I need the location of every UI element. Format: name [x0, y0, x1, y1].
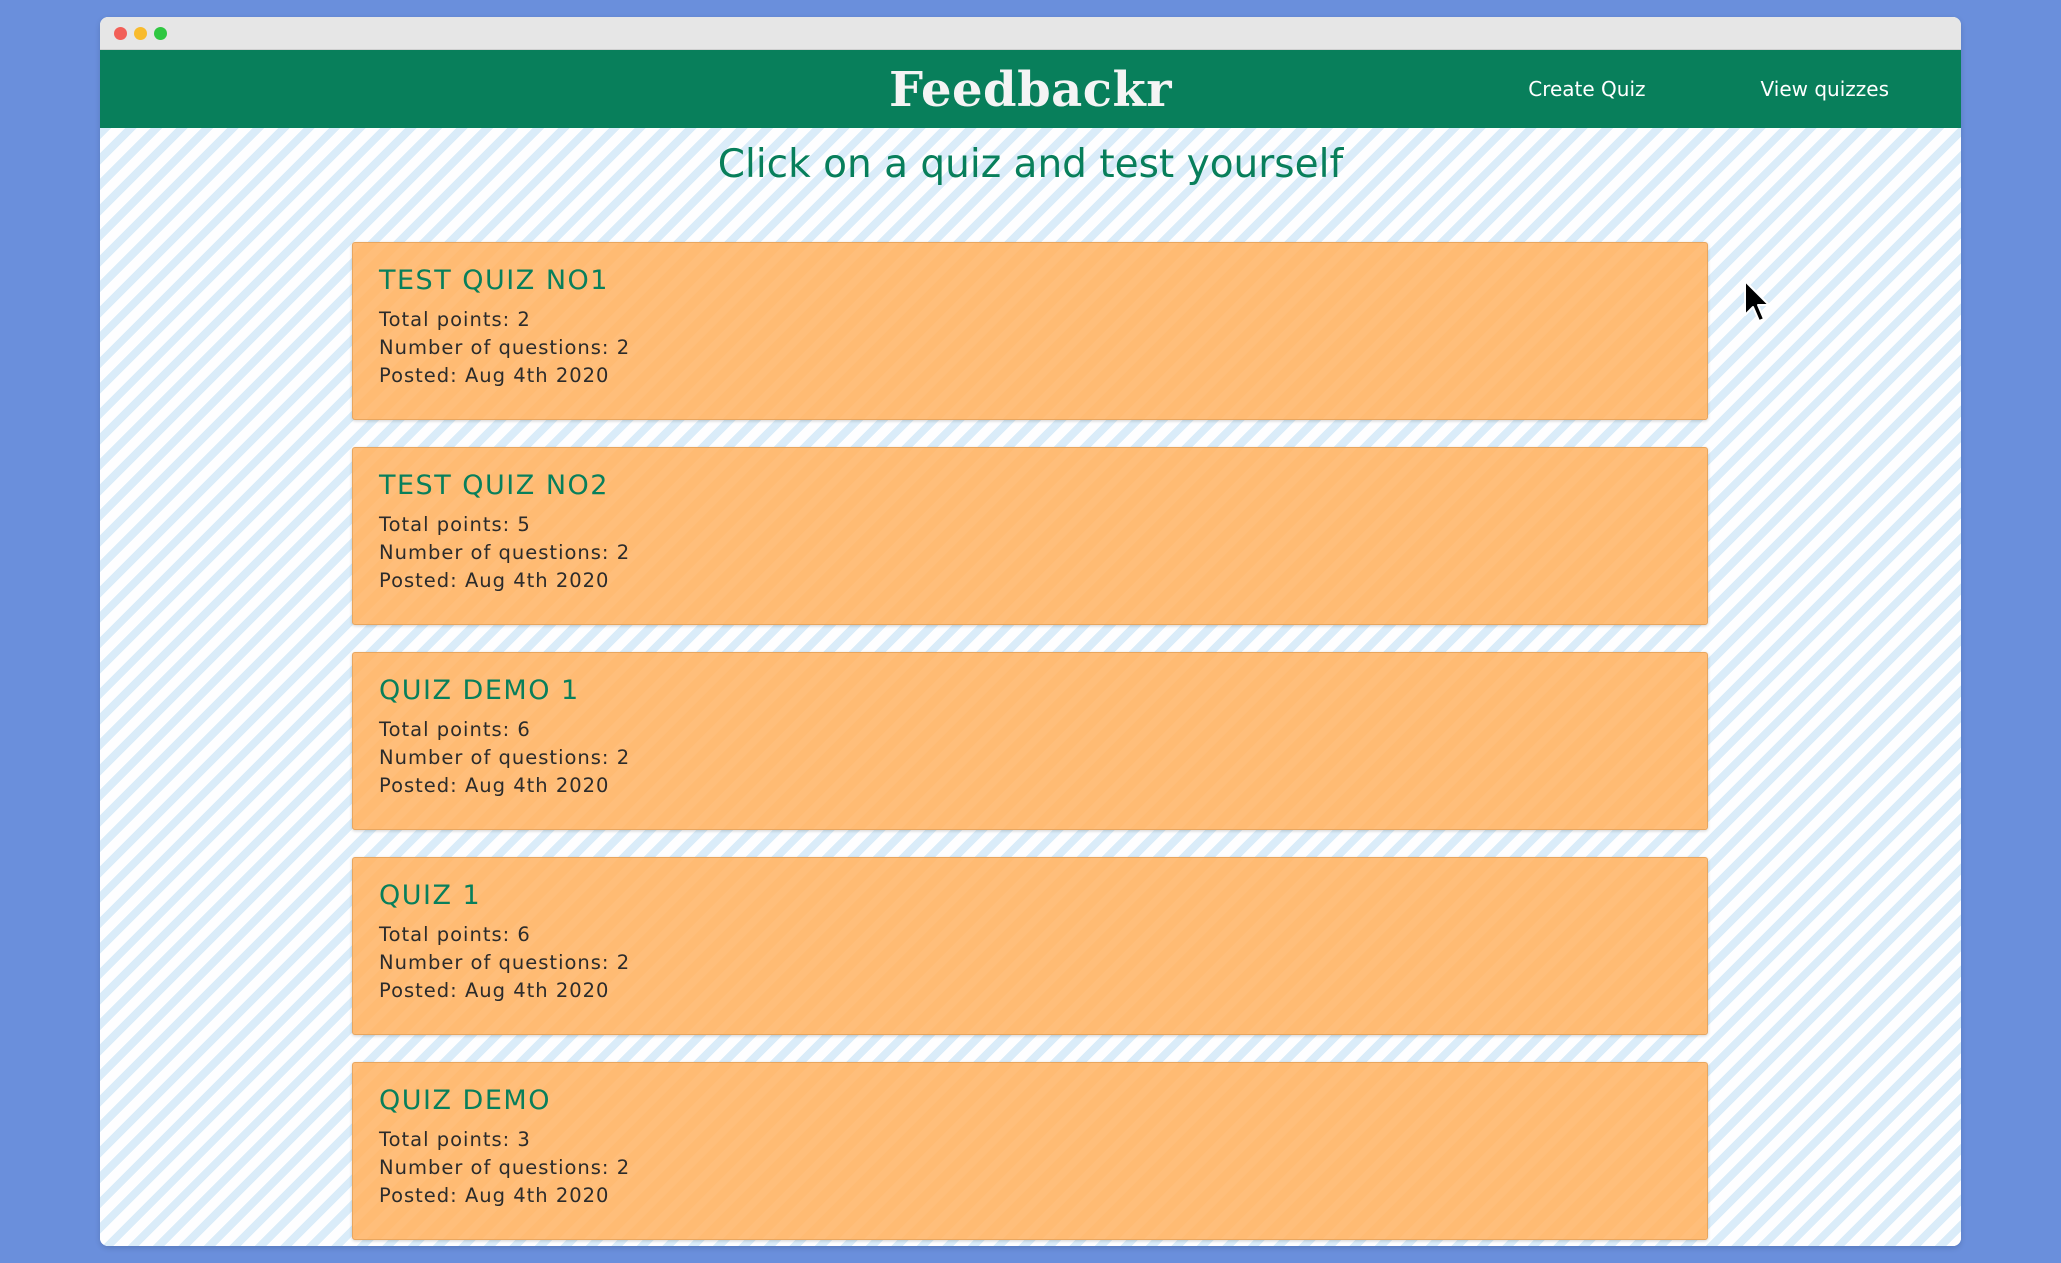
main-content: Click on a quiz and test yourself TEST Q… — [100, 128, 1961, 1246]
quiz-posted-date: Posted: Aug 4th 2020 — [379, 1184, 610, 1207]
close-window-button[interactable] — [114, 27, 127, 40]
quiz-total-points: Total points: 6 — [379, 923, 531, 946]
mouse-pointer-icon — [1744, 280, 1770, 322]
navbar: Feedbackr Create Quiz View quizzes — [100, 50, 1961, 128]
quiz-question-count: Number of questions: 2 — [379, 951, 631, 974]
quiz-posted-date: Posted: Aug 4th 2020 — [379, 364, 610, 387]
quiz-card[interactable]: QUIZ 1 Total points: 6 Number of questio… — [352, 857, 1708, 1035]
quiz-total-points: Total points: 6 — [379, 718, 531, 741]
quiz-question-count: Number of questions: 2 — [379, 541, 631, 564]
page-title: Click on a quiz and test yourself — [717, 142, 1344, 187]
quiz-card[interactable]: TEST QUIZ NO2 Total points: 5 Number of … — [352, 447, 1708, 625]
quiz-list: TEST QUIZ NO1 Total points: 2 Number of … — [352, 242, 1708, 1246]
browser-window: Feedbackr Create Quiz View quizzes Click… — [100, 17, 1961, 1246]
quiz-question-count: Number of questions: 2 — [379, 746, 631, 769]
quiz-question-count: Number of questions: 2 — [379, 336, 631, 359]
quiz-posted-date: Posted: Aug 4th 2020 — [379, 979, 610, 1002]
maximize-window-button[interactable] — [154, 27, 167, 40]
quiz-posted-date: Posted: Aug 4th 2020 — [379, 569, 610, 592]
quiz-title[interactable]: QUIZ 1 — [379, 880, 1681, 911]
quiz-title[interactable]: TEST QUIZ NO2 — [379, 470, 1681, 501]
quiz-question-count: Number of questions: 2 — [379, 1156, 631, 1179]
quiz-title[interactable]: TEST QUIZ NO1 — [379, 265, 1681, 296]
quiz-title[interactable]: QUIZ DEMO 1 — [379, 675, 1681, 706]
quiz-title[interactable]: QUIZ DEMO — [379, 1085, 1681, 1116]
quiz-card[interactable]: QUIZ DEMO Total points: 3 Number of ques… — [352, 1062, 1708, 1240]
quiz-card[interactable]: TEST QUIZ NO1 Total points: 2 Number of … — [352, 242, 1708, 420]
quiz-total-points: Total points: 3 — [379, 1128, 531, 1151]
window-titlebar — [100, 17, 1961, 50]
quiz-posted-date: Posted: Aug 4th 2020 — [379, 774, 610, 797]
nav-view-quizzes-link[interactable]: View quizzes — [1761, 77, 1889, 101]
nav-create-quiz-link[interactable]: Create Quiz — [1528, 77, 1645, 101]
minimize-window-button[interactable] — [134, 27, 147, 40]
quiz-total-points: Total points: 2 — [379, 308, 531, 331]
quiz-total-points: Total points: 5 — [379, 513, 531, 536]
quiz-card[interactable]: QUIZ DEMO 1 Total points: 6 Number of qu… — [352, 652, 1708, 830]
nav-links: Create Quiz View quizzes — [1528, 50, 1889, 128]
